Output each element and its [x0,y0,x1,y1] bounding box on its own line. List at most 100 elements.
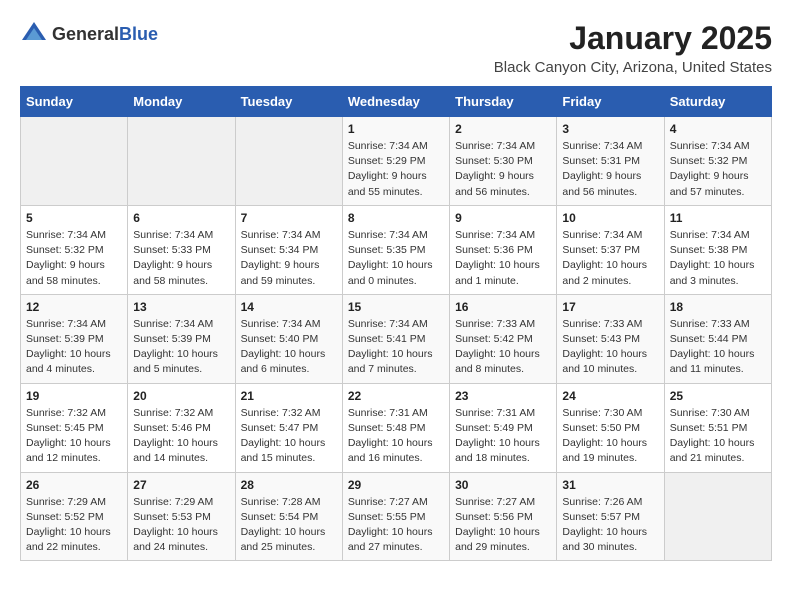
day-info: Sunrise: 7:34 AMSunset: 5:38 PMDaylight:… [670,228,766,289]
logo-text-blue: Blue [119,24,158,44]
weekday-header-row: SundayMondayTuesdayWednesdayThursdayFrid… [21,87,772,117]
day-info: Sunrise: 7:29 AMSunset: 5:52 PMDaylight:… [26,495,122,556]
day-info: Sunrise: 7:34 AMSunset: 5:32 PMDaylight:… [26,228,122,289]
day-info: Sunrise: 7:33 AMSunset: 5:42 PMDaylight:… [455,317,551,378]
day-number: 18 [670,300,766,314]
day-info: Sunrise: 7:34 AMSunset: 5:35 PMDaylight:… [348,228,444,289]
day-info: Sunrise: 7:34 AMSunset: 5:36 PMDaylight:… [455,228,551,289]
calendar-cell: 19 Sunrise: 7:32 AMSunset: 5:45 PMDayligh… [21,383,128,472]
calendar-cell: 4Sunrise: 7:34 AMSunset: 5:32 PMDaylight… [664,117,771,206]
day-number: 24 [562,389,658,403]
calendar-cell [128,117,235,206]
day-info: Sunrise: 7:26 AMSunset: 5:57 PMDaylight:… [562,495,658,556]
week-row-2: 12 Sunrise: 7:34 AMSunset: 5:39 PMDayligh… [21,294,772,383]
day-number: 12 [26,300,122,314]
day-number: 10 [562,211,658,225]
day-number: 15 [348,300,444,314]
day-number: 21 [241,389,337,403]
day-number: 4 [670,122,766,136]
week-row-1: 5 Sunrise: 7:34 AMSunset: 5:32 PMDaylight… [21,205,772,294]
calendar-cell: 31 Sunrise: 7:26 AMSunset: 5:57 PMDayligh… [557,472,664,561]
calendar-cell: 6 Sunrise: 7:34 AMSunset: 5:33 PMDaylight… [128,205,235,294]
calendar-cell: 25 Sunrise: 7:30 AMSunset: 5:51 PMDayligh… [664,383,771,472]
day-number: 19 [26,389,122,403]
day-number: 5 [26,211,122,225]
calendar-cell: 3 Sunrise: 7:34 AMSunset: 5:31 PMDaylight… [557,117,664,206]
calendar-cell: 27 Sunrise: 7:29 AMSunset: 5:53 PMDayligh… [128,472,235,561]
day-info: Sunrise: 7:34 AMSunset: 5:29 PMDaylight:… [348,139,444,200]
calendar-cell: 13 Sunrise: 7:34 AMSunset: 5:39 PMDayligh… [128,294,235,383]
day-info: Sunrise: 7:32 AMSunset: 5:46 PMDaylight:… [133,406,229,467]
logo: GeneralBlue [20,20,158,48]
day-number: 6 [133,211,229,225]
weekday-header-friday: Friday [557,87,664,117]
day-number: 30 [455,478,551,492]
month-title: January 2025 [494,20,772,57]
day-info: Sunrise: 7:34 AMSunset: 5:30 PMDaylight:… [455,139,551,200]
calendar-cell: 21 Sunrise: 7:32 AMSunset: 5:47 PMDayligh… [235,383,342,472]
day-info: Sunrise: 7:32 AMSunset: 5:47 PMDaylight:… [241,406,337,467]
calendar-table: SundayMondayTuesdayWednesdayThursdayFrid… [20,86,772,561]
day-info: Sunrise: 7:27 AMSunset: 5:56 PMDaylight:… [455,495,551,556]
day-info: Sunrise: 7:33 AMSunset: 5:43 PMDaylight:… [562,317,658,378]
day-info: Sunrise: 7:34 AMSunset: 5:41 PMDaylight:… [348,317,444,378]
calendar-cell: 10 Sunrise: 7:34 AMSunset: 5:37 PMDayligh… [557,205,664,294]
calendar-cell: 20 Sunrise: 7:32 AMSunset: 5:46 PMDayligh… [128,383,235,472]
day-number: 2 [455,122,551,136]
day-number: 31 [562,478,658,492]
calendar-cell: 30 Sunrise: 7:27 AMSunset: 5:56 PMDayligh… [450,472,557,561]
calendar-cell: 16Sunrise: 7:33 AMSunset: 5:42 PMDayligh… [450,294,557,383]
calendar-cell: 1 Sunrise: 7:34 AMSunset: 5:29 PMDaylight… [342,117,449,206]
day-info: Sunrise: 7:34 AMSunset: 5:33 PMDaylight:… [133,228,229,289]
calendar-cell: 9Sunrise: 7:34 AMSunset: 5:36 PMDaylight… [450,205,557,294]
calendar-cell: 7Sunrise: 7:34 AMSunset: 5:34 PMDaylight… [235,205,342,294]
day-number: 1 [348,122,444,136]
calendar-cell: 22 Sunrise: 7:31 AMSunset: 5:48 PMDayligh… [342,383,449,472]
day-number: 13 [133,300,229,314]
day-info: Sunrise: 7:34 AMSunset: 5:40 PMDaylight:… [241,317,337,378]
logo-icon [20,20,48,48]
title-area: January 2025 Black Canyon City, Arizona,… [494,20,772,76]
calendar-cell [21,117,128,206]
day-info: Sunrise: 7:33 AMSunset: 5:44 PMDaylight:… [670,317,766,378]
day-number: 8 [348,211,444,225]
day-info: Sunrise: 7:34 AMSunset: 5:37 PMDaylight:… [562,228,658,289]
calendar-cell: 5 Sunrise: 7:34 AMSunset: 5:32 PMDaylight… [21,205,128,294]
day-info: Sunrise: 7:31 AMSunset: 5:48 PMDaylight:… [348,406,444,467]
day-number: 26 [26,478,122,492]
calendar-cell [664,472,771,561]
calendar-cell: 26 Sunrise: 7:29 AMSunset: 5:52 PMDayligh… [21,472,128,561]
day-number: 28 [241,478,337,492]
day-info: Sunrise: 7:30 AMSunset: 5:51 PMDaylight:… [670,406,766,467]
calendar-cell: 24 Sunrise: 7:30 AMSunset: 5:50 PMDayligh… [557,383,664,472]
calendar-cell: 29Sunrise: 7:27 AMSunset: 5:55 PMDayligh… [342,472,449,561]
day-number: 3 [562,122,658,136]
calendar-cell [235,117,342,206]
day-number: 7 [241,211,337,225]
week-row-3: 19 Sunrise: 7:32 AMSunset: 5:45 PMDayligh… [21,383,772,472]
location-title: Black Canyon City, Arizona, United State… [494,59,772,76]
calendar-cell: 18 Sunrise: 7:33 AMSunset: 5:44 PMDayligh… [664,294,771,383]
day-info: Sunrise: 7:27 AMSunset: 5:55 PMDaylight:… [348,495,444,556]
weekday-header-monday: Monday [128,87,235,117]
day-number: 25 [670,389,766,403]
day-info: Sunrise: 7:32 AMSunset: 5:45 PMDaylight:… [26,406,122,467]
day-number: 17 [562,300,658,314]
day-info: Sunrise: 7:29 AMSunset: 5:53 PMDaylight:… [133,495,229,556]
calendar-cell: 14Sunrise: 7:34 AMSunset: 5:40 PMDayligh… [235,294,342,383]
week-row-4: 26 Sunrise: 7:29 AMSunset: 5:52 PMDayligh… [21,472,772,561]
calendar-cell: 12Sunrise: 7:34 AMSunset: 5:39 PMDayligh… [21,294,128,383]
day-number: 22 [348,389,444,403]
week-row-0: 1 Sunrise: 7:34 AMSunset: 5:29 PMDaylight… [21,117,772,206]
calendar-cell: 2 Sunrise: 7:34 AMSunset: 5:30 PMDaylight… [450,117,557,206]
day-number: 20 [133,389,229,403]
day-info: Sunrise: 7:34 AMSunset: 5:39 PMDaylight:… [133,317,229,378]
day-number: 11 [670,211,766,225]
day-info: Sunrise: 7:30 AMSunset: 5:50 PMDaylight:… [562,406,658,467]
calendar-cell: 11 Sunrise: 7:34 AMSunset: 5:38 PMDayligh… [664,205,771,294]
calendar-cell: 28Sunrise: 7:28 AMSunset: 5:54 PMDayligh… [235,472,342,561]
weekday-header-sunday: Sunday [21,87,128,117]
day-number: 27 [133,478,229,492]
calendar-cell: 8 Sunrise: 7:34 AMSunset: 5:35 PMDaylight… [342,205,449,294]
day-info: Sunrise: 7:34 AMSunset: 5:31 PMDaylight:… [562,139,658,200]
